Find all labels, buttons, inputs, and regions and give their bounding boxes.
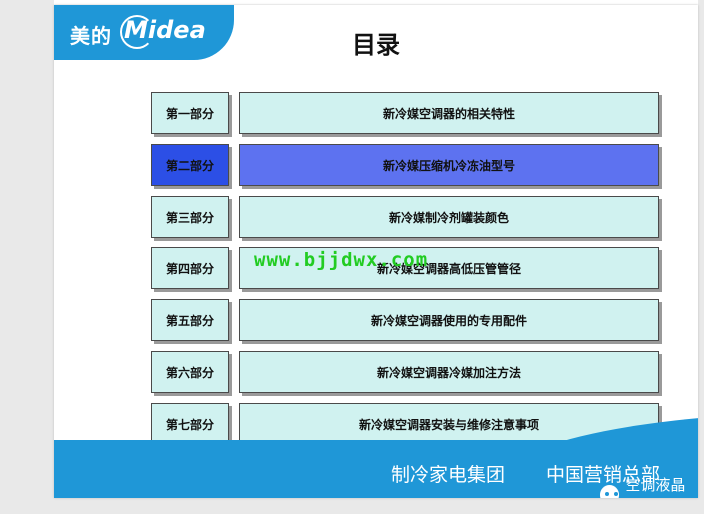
wechat-badge: 空调液晶维修	[600, 474, 698, 498]
toc-title: 新冷媒空调器使用的专用配件	[239, 299, 659, 341]
toc-title: 新冷媒空调器冷媒加注方法	[239, 351, 659, 393]
toc-item-6[interactable]: 第六部分 新冷媒空调器冷媒加注方法	[151, 351, 659, 395]
toc-title: 新冷媒空调器的相关特性	[239, 92, 659, 134]
page-title: 目录	[352, 31, 400, 59]
wechat-account-name: 空调液晶维修	[625, 476, 686, 498]
toc-part-label: 第四部分	[151, 247, 229, 289]
toc-item-3[interactable]: 第三部分 新冷媒制冷剂罐装颜色	[151, 196, 659, 240]
toc-part-label: 第六部分	[151, 351, 229, 393]
toc-item-1[interactable]: 第一部分 新冷媒空调器的相关特性	[151, 92, 659, 136]
toc-part-label: 第三部分	[151, 196, 229, 238]
toc-item-5[interactable]: 第五部分 新冷媒空调器使用的专用配件	[151, 299, 659, 343]
app-background-right	[698, 0, 704, 514]
toc-part-label: 第五部分	[151, 299, 229, 341]
watermark-url: www.bjjdwx.com	[254, 249, 429, 271]
toc-title: 新冷媒制冷剂罐装颜色	[239, 196, 659, 238]
toc-part-label: 第二部分	[151, 144, 229, 186]
footer-group-name: 制冷家电集团	[391, 464, 506, 486]
slide: 美的 Midea 目录 第一部分 新冷媒空调器的相关特性 第二部分 新冷媒压缩机…	[54, 5, 698, 498]
app-background-bottom	[0, 498, 704, 514]
toc-item-2[interactable]: 第二部分 新冷媒压缩机冷冻油型号	[151, 144, 659, 188]
toc-title: 新冷媒压缩机冷冻油型号	[239, 144, 659, 186]
app-background-left	[0, 0, 54, 514]
wechat-icon	[600, 485, 620, 498]
toc-part-label: 第七部分	[151, 403, 229, 445]
toc-part-label: 第一部分	[151, 92, 229, 134]
